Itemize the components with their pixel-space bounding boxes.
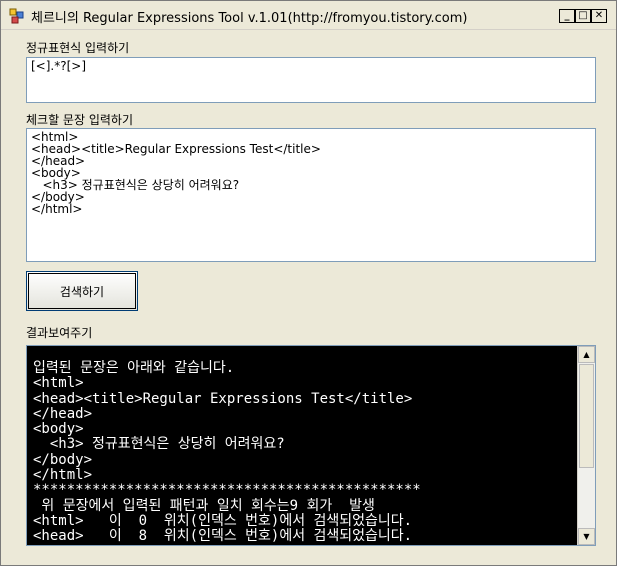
- result-line: <html> 이 0 위치(인덱스 번호)에서 검색되었습니다.: [33, 512, 413, 529]
- result-scrollbar[interactable]: ▲ ▼: [577, 346, 595, 545]
- text-line: <h3> 정규표현식은 상당히 어려워요?: [31, 178, 240, 192]
- text-label: 체크할 문장 입력하기: [26, 113, 133, 127]
- result-line: 위 문장에서 입력된 패턴과 일치 회수는9 회가 발생: [33, 497, 375, 514]
- result-line: 입력된 문장은 아래와 같습니다.: [33, 360, 235, 376]
- minimize-button[interactable]: _: [559, 9, 575, 23]
- close-button[interactable]: ✕: [591, 9, 607, 23]
- result-line: </html>: [33, 467, 93, 484]
- text-line: </body>: [31, 190, 85, 204]
- scroll-up-icon[interactable]: ▲: [578, 346, 595, 363]
- result-line: <html>: [33, 375, 84, 392]
- search-button[interactable]: 검색하기: [26, 271, 138, 311]
- result-line: </head>: [33, 405, 93, 422]
- result-line: <head><title>Regular Expressions Test</t…: [33, 390, 413, 407]
- text-line: </html>: [31, 202, 83, 216]
- result-label: 결과보여주기: [26, 326, 93, 340]
- result-line: ****************************************…: [33, 482, 421, 499]
- text-line: <head><title>Regular Expressions Test</t…: [31, 142, 321, 156]
- result-line: <body>: [33, 421, 84, 438]
- text-line: </head>: [31, 154, 86, 168]
- result-lines: 입력된 문장은 아래와 같습니다. <html> <head><title>Re…: [33, 360, 421, 545]
- result-line: </body>: [33, 451, 93, 468]
- scroll-thumb[interactable]: [579, 364, 594, 468]
- result-line: <head> 이 8 위치(인덱스 번호)에서 검색되었습니다.: [33, 528, 413, 545]
- window-title: 체르니의 Regular Expressions Tool v.1.01(htt…: [31, 11, 468, 26]
- text-input[interactable]: <html> <head><title>Regular Expressions …: [26, 128, 596, 262]
- result-output[interactable]: 입력된 문장은 아래와 같습니다. <html> <head><title>Re…: [26, 345, 596, 546]
- result-line: <h3> 정규표현식은 상당히 어려워요?: [33, 436, 285, 453]
- app-window: 체르니의 Regular Expressions Tool v.1.01(htt…: [0, 0, 617, 566]
- app-icon: [9, 8, 24, 24]
- maximize-button[interactable]: □: [575, 9, 591, 23]
- regex-value: [<].*?[>]: [31, 59, 87, 73]
- title-bar[interactable]: 체르니의 Regular Expressions Tool v.1.01(htt…: [1, 1, 616, 30]
- regex-input[interactable]: [<].*?[>]: [26, 57, 596, 103]
- scroll-down-icon[interactable]: ▼: [578, 528, 595, 545]
- regex-label: 정규표현식 입력하기: [26, 41, 130, 55]
